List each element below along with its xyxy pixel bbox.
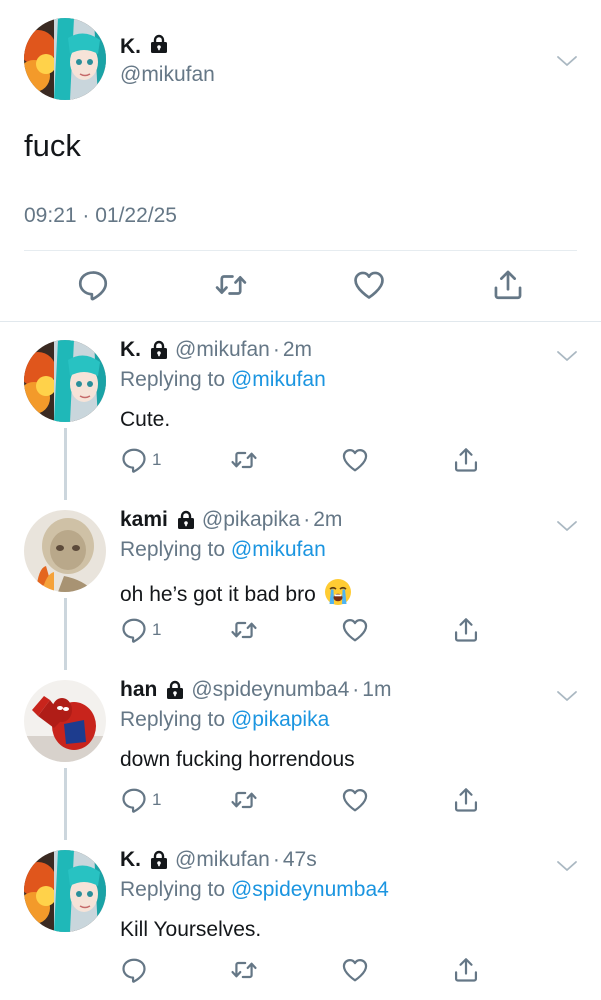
replying-to: Replying to @mikufan: [120, 368, 326, 392]
share-icon[interactable]: [452, 616, 480, 644]
reply-header: K. @mikufan · 47s: [120, 848, 317, 872]
reply-icon: [120, 446, 148, 474]
replying-to: Replying to @mikufan: [120, 538, 326, 562]
thread-line: [64, 768, 67, 840]
separator-dot: ·: [272, 848, 280, 871]
lock-icon: [149, 850, 169, 870]
like-icon[interactable]: [341, 786, 369, 814]
avatar[interactable]: [24, 680, 106, 762]
replying-to-link[interactable]: @mikufan: [231, 368, 326, 391]
author-handle[interactable]: @mikufan: [120, 63, 215, 87]
replying-to-link[interactable]: @spideynumba4: [231, 878, 389, 901]
author-display-name[interactable]: han: [120, 678, 157, 702]
reply-header: kami @pikapika · 2m: [120, 508, 342, 532]
author-display-name[interactable]: K.: [120, 848, 141, 872]
reply-header: han @spideynumba4 · 1m: [120, 678, 391, 702]
reply-text-content: Kill Yourselves.: [120, 918, 262, 941]
reply-header: K. @mikufan · 2m: [120, 338, 312, 362]
retweet-icon[interactable]: [214, 268, 248, 302]
chevron-down-icon[interactable]: [555, 684, 579, 708]
author-handle[interactable]: @pikapika: [202, 508, 300, 532]
reply-count: 1: [152, 620, 162, 639]
tweet-timestamp[interactable]: 09:21 · 01/22/25: [24, 204, 177, 228]
tweet-text: fuck: [24, 128, 81, 163]
chevron-down-icon[interactable]: [555, 344, 579, 368]
lock-icon: [165, 680, 185, 700]
replying-prefix: Replying to: [120, 708, 231, 731]
author-display-name: K.: [120, 35, 141, 58]
main-tweet[interactable]: K. @mikufan fuck 09:21 · 01/22/25: [0, 0, 601, 322]
author-display-name[interactable]: K.: [120, 338, 141, 362]
tweet-age[interactable]: 1m: [362, 678, 391, 702]
share-icon[interactable]: [491, 268, 525, 302]
avatar[interactable]: [24, 18, 106, 100]
replying-prefix: Replying to: [120, 538, 231, 561]
like-icon[interactable]: [352, 268, 386, 302]
author-display-name[interactable]: kami: [120, 508, 168, 532]
replying-to-link[interactable]: @mikufan: [231, 538, 326, 561]
reply-icon: [120, 956, 148, 984]
like-icon[interactable]: [341, 956, 369, 984]
reply-tweet[interactable]: han @spideynumba4 · 1m Replying to @pika…: [0, 662, 601, 840]
replying-prefix: Replying to: [120, 368, 231, 391]
separator-dot: ·: [272, 338, 280, 361]
author-name[interactable]: K.: [120, 34, 169, 60]
reply-text-content: Cute.: [120, 408, 171, 431]
share-icon[interactable]: [452, 446, 480, 474]
reply-button[interactable]: 1: [120, 446, 161, 474]
tweet-age[interactable]: 2m: [313, 508, 342, 532]
replying-to: Replying to @pikapika: [120, 708, 329, 732]
chevron-down-icon[interactable]: [555, 854, 579, 878]
tweet-age[interactable]: 47s: [283, 848, 317, 872]
author-handle[interactable]: @spideynumba4: [191, 678, 349, 702]
retweet-icon[interactable]: [230, 956, 258, 984]
avatar[interactable]: [24, 850, 106, 932]
author-handle[interactable]: @mikufan: [175, 848, 270, 872]
replying-to-link[interactable]: @pikapika: [231, 708, 329, 731]
lock-icon: [176, 510, 196, 530]
reply-text: down fucking horrendous: [120, 748, 355, 772]
divider: [24, 250, 577, 251]
avatar[interactable]: [24, 510, 106, 592]
retweet-icon[interactable]: [230, 446, 258, 474]
separator-dot: ·: [352, 678, 360, 701]
reply-text: Kill Yourselves.: [120, 918, 261, 942]
reply-text-content: oh he’s got it bad bro: [120, 583, 316, 606]
reply-count: 1: [152, 450, 162, 469]
tweet-actions: [0, 268, 601, 302]
replying-to: Replying to @spideynumba4: [120, 878, 389, 902]
chevron-down-icon[interactable]: [555, 49, 579, 73]
lock-icon: [149, 34, 169, 60]
retweet-icon[interactable]: [230, 786, 258, 814]
reply-icon: [120, 616, 148, 644]
reply-text-content: down fucking horrendous: [120, 748, 355, 771]
reply-button[interactable]: 1: [120, 786, 161, 814]
avatar[interactable]: [24, 340, 106, 422]
separator-dot: ·: [303, 508, 311, 531]
share-icon[interactable]: [452, 956, 480, 984]
lock-icon: [149, 340, 169, 360]
reply-count: 1: [152, 790, 162, 809]
reply-tweet[interactable]: kami @pikapika · 2m Replying to @mikufan…: [0, 492, 601, 670]
reply-text: Cute.: [120, 408, 170, 432]
like-icon[interactable]: [341, 616, 369, 644]
like-icon[interactable]: [341, 446, 369, 474]
tweet-age[interactable]: 2m: [283, 338, 312, 362]
reply-tweet[interactable]: K. @mikufan · 47s Replying to @spideynum…: [0, 832, 601, 1000]
reply-icon: [120, 786, 148, 814]
reply-button[interactable]: 1: [120, 616, 161, 644]
share-icon[interactable]: [452, 786, 480, 814]
retweet-icon[interactable]: [230, 616, 258, 644]
reply-tweet[interactable]: K. @mikufan · 2m Replying to @mikufan Cu…: [0, 322, 601, 500]
replying-prefix: Replying to: [120, 878, 231, 901]
reply-icon[interactable]: [76, 268, 110, 302]
author-handle[interactable]: @mikufan: [175, 338, 270, 362]
thread-line: [64, 598, 67, 670]
reply-button[interactable]: [120, 956, 148, 984]
thread-line: [64, 428, 67, 500]
reply-text: oh he’s got it bad bro: [120, 578, 352, 612]
chevron-down-icon[interactable]: [555, 514, 579, 538]
loudly-crying-face-icon: [324, 578, 352, 612]
